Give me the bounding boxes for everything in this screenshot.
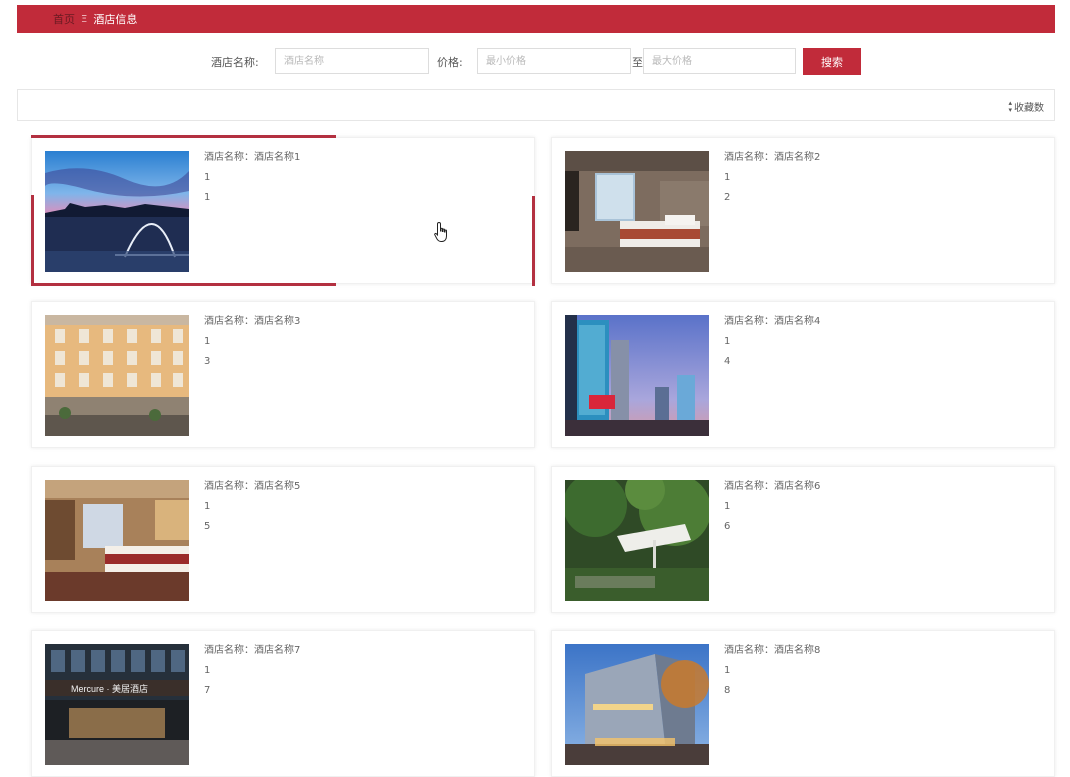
sort-icon: ▴ ▾ (1008, 98, 1012, 114)
hotel-card[interactable]: 酒店名称：酒店名称1 1 1 (31, 137, 535, 284)
hotel-card[interactable]: 酒店名称：酒店名称4 1 4 (551, 301, 1055, 448)
sort-label: 收藏数 (1014, 103, 1044, 114)
hotel-photo[interactable] (565, 480, 709, 601)
hotel-name: 酒店名称：酒店名称5 (204, 481, 301, 492)
hotel-card[interactable]: Mercure · 美居酒店 酒店名称：酒店名称7 1 7 (31, 630, 535, 777)
hotel-field: 1 (204, 501, 211, 512)
card-hover-border (532, 196, 535, 286)
hotel-card[interactable]: 酒店名称：酒店名称5 1 5 (31, 466, 535, 613)
max-price-input[interactable] (643, 48, 796, 74)
sort-bar: ▴ ▾ 收藏数 (17, 89, 1055, 121)
hotel-field: 1 (724, 172, 731, 183)
breadcrumb-home-link[interactable]: 首页 (53, 11, 75, 27)
hotel-name: 酒店名称：酒店名称8 (724, 645, 821, 656)
breadcrumb-separator-icon: Ξ (81, 13, 88, 25)
hotel-field: 4 (724, 356, 731, 367)
hotel-name: 酒店名称：酒店名称2 (724, 152, 821, 163)
hotel-field: 1 (204, 172, 211, 183)
min-price-input[interactable] (477, 48, 631, 74)
search-form: 酒店名称: 价格: 至 搜索 (0, 48, 1070, 75)
hotel-field: 2 (724, 192, 731, 203)
price-range-separator: 至 (632, 56, 643, 69)
hotel-field: 7 (204, 685, 211, 696)
hotel-field: 6 (724, 521, 731, 532)
hotel-name-label: 酒店名称: (211, 56, 259, 69)
hotel-name: 酒店名称：酒店名称4 (724, 316, 821, 327)
photo-sign-text: Mercure · 美居酒店 (71, 683, 148, 694)
hotel-field: 1 (204, 336, 211, 347)
hotel-field: 5 (204, 521, 211, 532)
hotel-field: 1 (724, 665, 731, 676)
card-hover-border (31, 195, 34, 286)
hotel-photo[interactable] (565, 644, 709, 765)
hotel-photo[interactable] (565, 151, 709, 272)
hotel-card[interactable]: 酒店名称：酒店名称8 1 8 (551, 630, 1055, 777)
hotel-field: 1 (204, 192, 211, 203)
search-button[interactable]: 搜索 (803, 48, 861, 75)
hotel-photo[interactable] (45, 480, 189, 601)
hotel-field: 1 (724, 336, 731, 347)
hand-cursor-icon (434, 221, 447, 242)
hotel-photo[interactable] (45, 151, 189, 272)
hotel-field: 3 (204, 356, 211, 367)
hotel-card[interactable]: 酒店名称：酒店名称3 1 3 (31, 301, 535, 448)
breadcrumb-current: 酒店信息 (93, 13, 138, 26)
hotel-name: 酒店名称：酒店名称1 (204, 152, 301, 163)
hotel-photo[interactable] (45, 315, 189, 436)
hotel-name: 酒店名称：酒店名称6 (724, 481, 821, 492)
card-hover-border (31, 283, 336, 286)
breadcrumb-bar: 首页 Ξ 酒店信息 (17, 5, 1055, 33)
sort-by-favorites-button[interactable]: ▴ ▾ 收藏数 (1008, 99, 1044, 114)
hotel-name: 酒店名称：酒店名称7 (204, 645, 301, 656)
hotel-photo[interactable]: Mercure · 美居酒店 (45, 644, 189, 765)
card-hover-border (31, 135, 336, 138)
hotel-card[interactable]: 酒店名称：酒店名称2 1 2 (551, 137, 1055, 284)
hotel-name-input[interactable] (275, 48, 429, 74)
hotel-field: 1 (204, 665, 211, 676)
hotel-photo[interactable] (565, 315, 709, 436)
price-label: 价格: (437, 56, 463, 69)
hotel-name: 酒店名称：酒店名称3 (204, 316, 301, 327)
hotel-field: 1 (724, 501, 731, 512)
hotel-field: 8 (724, 685, 731, 696)
hotel-card[interactable]: 酒店名称：酒店名称6 1 6 (551, 466, 1055, 613)
